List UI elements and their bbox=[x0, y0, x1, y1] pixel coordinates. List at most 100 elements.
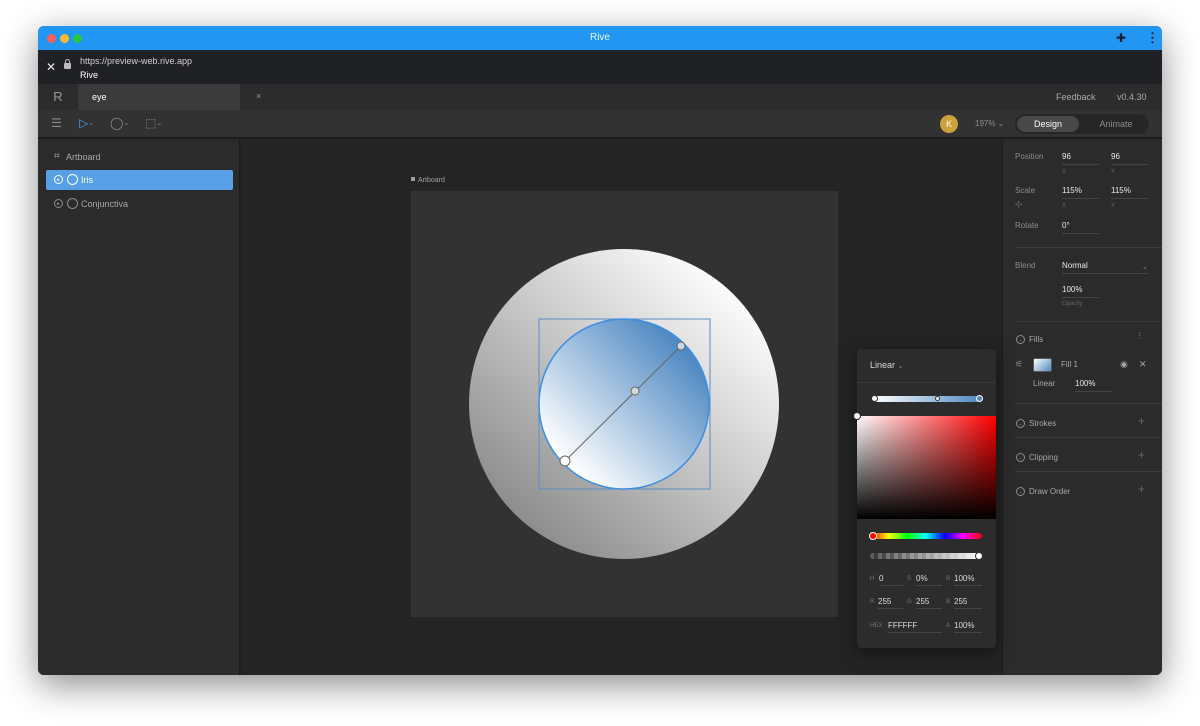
scale-lock-icon[interactable]: ⊹ bbox=[1015, 199, 1023, 210]
expand-icon[interactable]: ▸ bbox=[54, 175, 63, 184]
rotate-label: Rotate bbox=[1015, 221, 1039, 230]
gradient-bar[interactable] bbox=[874, 396, 980, 402]
blend-label: Blend bbox=[1015, 261, 1036, 270]
feedback-link[interactable]: Feedback bbox=[1056, 92, 1096, 102]
lock-icon bbox=[64, 59, 71, 69]
fills-collapse-icon[interactable]: ⌄ bbox=[1016, 335, 1025, 344]
hierarchy-panel: ⌗ Artboard ▸ Iris ▸ Conjunctiva bbox=[38, 139, 240, 675]
gradient-stop-mid[interactable] bbox=[935, 396, 940, 401]
visibility-eye-icon[interactable]: ◉ bbox=[1120, 359, 1128, 370]
more-menu-icon[interactable]: ⋮ bbox=[1146, 30, 1159, 46]
scale-x-field[interactable]: 115% bbox=[1062, 186, 1099, 199]
clipping-header: Clipping bbox=[1029, 453, 1058, 462]
tab-bar: R eye × Feedback v0.4.30 bbox=[38, 84, 1162, 110]
tab-close-icon[interactable]: × bbox=[256, 91, 261, 101]
avatar[interactable]: K bbox=[940, 115, 958, 133]
b-field[interactable]: 100% bbox=[954, 574, 982, 586]
chevron-down-icon: ⌄ bbox=[897, 363, 904, 370]
scale-label: Scale bbox=[1015, 186, 1036, 195]
blue-label: B bbox=[946, 599, 951, 605]
tree-item-label: Conjunctiva bbox=[81, 199, 129, 209]
alpha-field[interactable]: 100% bbox=[954, 621, 982, 633]
bone-tool-icon[interactable]: ⬚⌄ bbox=[145, 116, 162, 130]
clipping-collapse-icon[interactable]: ⌄ bbox=[1016, 453, 1025, 462]
b-label: B bbox=[946, 576, 951, 582]
r-field[interactable]: 255 bbox=[878, 597, 903, 609]
tree-item-iris[interactable]: ▸ Iris bbox=[46, 170, 233, 190]
y-sub-label: Y bbox=[1111, 169, 1116, 175]
hex-row: HEX FFFFFF A 100% bbox=[857, 621, 996, 635]
tab-label: eye bbox=[92, 92, 107, 102]
shape-tool-icon[interactable]: ◯⌄ bbox=[110, 116, 129, 130]
add-stroke-icon[interactable]: + bbox=[1138, 414, 1145, 428]
add-clipping-icon[interactable]: + bbox=[1138, 448, 1145, 462]
fills-more-icon[interactable]: ⁝ bbox=[1138, 331, 1141, 342]
ellipse-icon bbox=[67, 174, 78, 185]
artboard-label: Artboard bbox=[411, 177, 445, 184]
fill-settings-icon[interactable]: ⚟ bbox=[1015, 359, 1023, 370]
inspector-panel: Position 96 96 X Y Scale ⊹ 115% 115% X Y… bbox=[1003, 139, 1162, 675]
saturation-value-knob[interactable] bbox=[853, 412, 861, 420]
toolbar: ☰ ▷⌄ ◯⌄ ⬚⌄ K 197% ⌄ Design Animate bbox=[38, 110, 1162, 138]
gradient-stop-start[interactable] bbox=[871, 395, 878, 402]
s-field[interactable]: 0% bbox=[916, 574, 942, 586]
fill-opacity-field[interactable]: 100% bbox=[1075, 379, 1112, 392]
hue-knob[interactable] bbox=[869, 532, 877, 540]
gradient-type-dropdown[interactable]: Linear ⌄ bbox=[870, 360, 903, 370]
divider bbox=[1015, 321, 1162, 322]
scale-y-field[interactable]: 115% bbox=[1111, 186, 1148, 199]
strokes-collapse-icon[interactable]: ⌄ bbox=[1016, 419, 1025, 428]
tree-item-conjunctiva[interactable]: ▸ Conjunctiva bbox=[46, 194, 233, 214]
hex-label: HEX bbox=[870, 623, 883, 629]
opacity-label: Opacity bbox=[1062, 301, 1083, 307]
rotate-field[interactable]: 0° bbox=[1062, 221, 1099, 234]
expand-icon[interactable]: ▸ bbox=[54, 199, 63, 208]
s-label: S bbox=[907, 576, 912, 582]
x-sub-label: X bbox=[1062, 203, 1067, 209]
eye-artwork[interactable] bbox=[411, 191, 838, 617]
close-icon[interactable]: ✕ bbox=[46, 60, 56, 74]
zoom-dropdown[interactable]: 197% ⌄ bbox=[975, 119, 1004, 128]
draw-order-collapse-icon[interactable]: ⌄ bbox=[1016, 487, 1025, 496]
gradient-end-handle[interactable] bbox=[676, 341, 686, 351]
h-field[interactable]: 0 bbox=[879, 574, 903, 586]
gradient-type-label: Linear bbox=[870, 360, 896, 370]
artboard[interactable] bbox=[411, 191, 838, 617]
divider bbox=[1015, 471, 1162, 472]
gradient-stop-end[interactable] bbox=[976, 395, 983, 402]
r-label: R bbox=[870, 599, 875, 605]
artboard-icon: ⌗ bbox=[54, 151, 60, 162]
g-field[interactable]: 255 bbox=[916, 597, 942, 609]
position-x-field[interactable]: 96 bbox=[1062, 152, 1099, 165]
blue-field[interactable]: 255 bbox=[954, 597, 982, 609]
design-mode-button[interactable]: Design bbox=[1017, 116, 1079, 132]
divider bbox=[1015, 403, 1162, 404]
extensions-icon[interactable]: ✚ bbox=[1116, 31, 1126, 45]
alpha-slider[interactable] bbox=[870, 553, 982, 559]
gradient-start-handle[interactable] bbox=[559, 455, 571, 467]
hamburger-menu-icon[interactable]: ☰ bbox=[51, 116, 62, 130]
add-draw-order-icon[interactable]: + bbox=[1138, 482, 1145, 496]
blend-select[interactable]: Normal bbox=[1062, 261, 1148, 274]
animate-mode-button[interactable]: Animate bbox=[1085, 116, 1147, 132]
gradient-mid-handle[interactable] bbox=[630, 386, 640, 396]
rgb-row: R 255 G 255 B 255 bbox=[857, 597, 996, 611]
remove-fill-icon[interactable]: ✕ bbox=[1139, 359, 1147, 370]
hue-slider[interactable] bbox=[870, 533, 982, 539]
url-text[interactable]: https://preview-web.rive.app bbox=[80, 56, 192, 66]
select-tool-icon[interactable]: ▷⌄ bbox=[79, 116, 94, 130]
alpha-knob[interactable] bbox=[975, 552, 983, 560]
chevron-down-icon: ⌄ bbox=[1142, 264, 1148, 271]
hex-field[interactable]: FFFFFF bbox=[888, 621, 942, 633]
tree-item-artboard[interactable]: ⌗ Artboard bbox=[46, 147, 233, 167]
position-label: Position bbox=[1015, 152, 1044, 161]
fill-type: Linear bbox=[1033, 379, 1056, 388]
fill-swatch[interactable] bbox=[1033, 358, 1052, 372]
tree-item-label: Iris bbox=[81, 175, 93, 185]
saturation-value-picker[interactable] bbox=[857, 416, 996, 519]
tab-eye[interactable]: eye × bbox=[78, 84, 261, 110]
opacity-field[interactable]: 100% bbox=[1062, 285, 1099, 298]
position-y-field[interactable]: 96 bbox=[1111, 152, 1148, 165]
divider bbox=[1015, 247, 1162, 248]
rive-logo-icon[interactable]: R bbox=[38, 84, 78, 110]
